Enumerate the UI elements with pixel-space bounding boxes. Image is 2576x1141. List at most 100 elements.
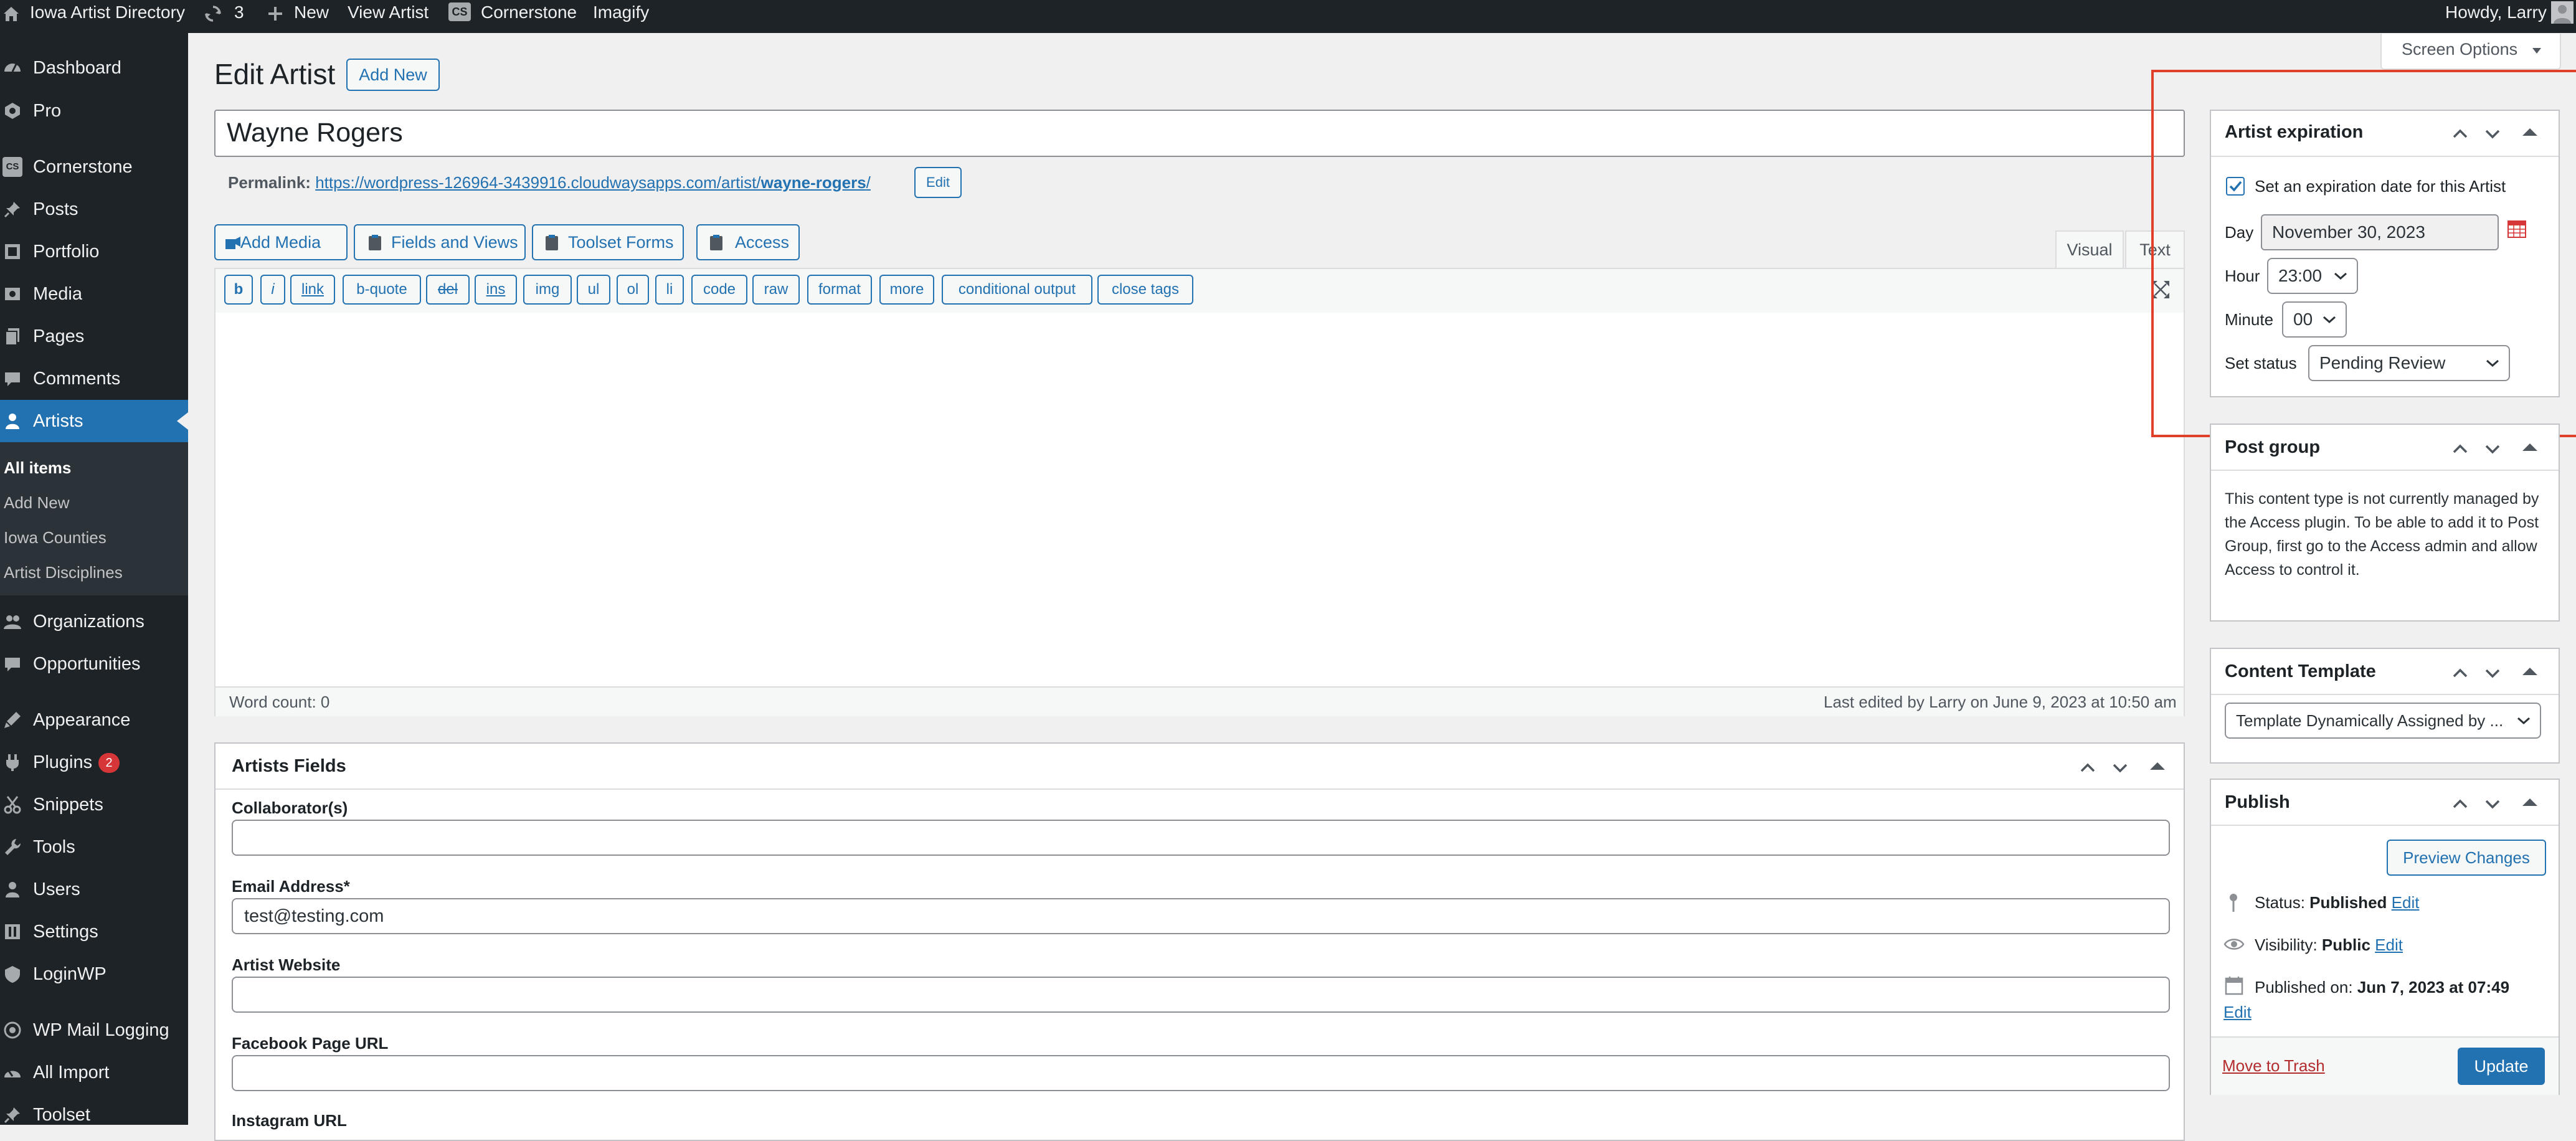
sidebar-item-plugins[interactable]: Plugins 2 [0,744,188,781]
facebook-url-input[interactable] [232,1055,2170,1091]
quicktag-more[interactable]: more [879,275,934,305]
sidebar-item-organizations[interactable]: Organizations [0,603,188,640]
fields-and-views-label: Fields and Views [391,233,518,252]
cornerstone-badge-icon[interactable]: CS [448,2,471,21]
sidebar-item-artists[interactable]: Artists [0,400,188,442]
collaborators-input[interactable] [232,820,2170,856]
panel-move-arrows-icon[interactable] [2076,755,2170,780]
sidebar-item-snippets[interactable]: Snippets [0,786,188,823]
loginwp-icon [5,966,20,983]
toolset-forms-button[interactable]: Toolset Forms [532,224,684,260]
quicktag-li[interactable]: li [655,275,684,305]
toolset-forms-label: Toolset Forms [568,233,674,252]
panel-move-arrows-icon[interactable] [2449,660,2542,685]
quicktag-b[interactable]: b [224,275,253,305]
pro-icon [5,103,20,119]
permalink-edit-button[interactable]: Edit [914,167,962,198]
cornerstone-link[interactable]: Cornerstone [481,0,577,33]
quicktag-ins[interactable]: ins [475,275,517,305]
post-group-text: This content type is not currently manag… [2225,490,2539,579]
artist-website-input[interactable] [232,977,2170,1013]
permalink-base: https://wordpress-126964-3439916.cloudwa… [315,173,761,192]
quicktag-format[interactable]: format [807,275,872,305]
permalink-slug: wayne-rogers [760,173,866,192]
submenu-iowa-counties[interactable]: Iowa Counties [4,528,107,547]
appearance-icon [4,712,21,728]
post-title-input[interactable]: Wayne Rogers [214,110,2185,157]
sidebar-item-settings[interactable]: Settings [0,913,188,950]
sidebar-item-media[interactable]: Media [0,275,188,313]
publish-title: Publish [2225,792,2290,812]
home-icon[interactable] [1,4,21,24]
quicktag-img[interactable]: img [523,275,572,305]
access-button[interactable]: Access [696,224,800,260]
sidebar-item-pages[interactable]: Pages [0,318,188,355]
content-template-select[interactable]: Template Dynamically Assigned by ... [2225,703,2541,739]
sidebar-item-portfolio[interactable]: Portfolio [0,233,188,270]
quicktag-conditional-output[interactable]: conditional output [942,275,1092,305]
sidebar-item-label: Tools [33,837,75,857]
howdy-user[interactable]: Howdy, Larry [2445,0,2547,33]
submenu-all-items[interactable]: All items [4,458,71,478]
preview-changes-button[interactable]: Preview Changes [2387,840,2546,876]
imagify-link[interactable]: Imagify [593,0,649,33]
quicktag-raw[interactable]: raw [752,275,800,305]
sidebar-item-comments[interactable]: Comments [0,360,188,397]
avatar-icon [2554,5,2571,24]
email-field[interactable]: test@testing.com [232,898,2170,934]
updates-icon[interactable] [203,4,223,24]
user-icon [6,414,19,429]
visibility-edit-link[interactable]: Edit [2375,935,2403,954]
updates-count[interactable]: 3 [234,0,244,33]
move-to-trash-link[interactable]: Move to Trash [2222,1056,2325,1076]
dashboard-icon [4,64,21,72]
status-edit-link[interactable]: Edit [2392,893,2420,912]
editor-textarea[interactable] [215,313,2184,686]
quicktag-del[interactable]: del [426,275,470,305]
published-on-edit-link[interactable]: Edit [2223,1003,2252,1022]
quicktag-i[interactable]: i [260,275,285,305]
sidebar-item-posts[interactable]: Posts [0,191,188,228]
all-import-icon [4,1069,21,1077]
update-button[interactable]: Update [2458,1048,2545,1085]
sidebar-item-tools[interactable]: Tools [0,828,188,866]
sidebar-item-users[interactable]: Users [0,871,188,908]
new-content-link[interactable]: New [294,0,329,33]
sidebar-item-toolset[interactable]: Toolset [0,1096,188,1125]
plus-icon[interactable] [265,4,285,24]
sidebar-item-wp-mail-logging[interactable]: WP Mail Logging [0,1011,188,1049]
quicktag-b-quote[interactable]: b-quote [343,275,421,305]
sidebar-item-all-import[interactable]: All Import [0,1054,188,1091]
sidebar-item-label: Users [33,879,80,899]
status-label: Status: [2255,893,2305,912]
submenu-artist-disciplines[interactable]: Artist Disciplines [4,563,123,582]
quicktag-link[interactable]: link [290,275,335,305]
word-count: Word count: 0 [229,693,330,711]
sidebar-item-dashboard[interactable]: Dashboard [0,49,188,87]
add-media-button[interactable]: Add Media [214,224,348,260]
panel-move-arrows-icon[interactable] [2449,436,2542,461]
add-new-button[interactable]: Add New [346,59,440,91]
sidebar-item-pro[interactable]: Pro [0,92,188,130]
artist-website-label: Artist Website [232,955,341,974]
fields-and-views-button[interactable]: Fields and Views [354,224,526,260]
sidebar-item-appearance[interactable]: Appearance [0,701,188,739]
permalink-url[interactable]: https://wordpress-126964-3439916.cloudwa… [315,173,871,192]
site-name-link[interactable]: Iowa Artist Directory [30,0,185,33]
tab-visual[interactable]: Visual [2055,230,2124,269]
submenu-add-new[interactable]: Add New [4,493,70,513]
visibility-value: Public [2321,935,2370,954]
avatar[interactable] [2551,1,2574,24]
quicktag-close-tags[interactable]: close tags [1097,275,1193,305]
quicktag-ul[interactable]: ul [577,275,610,305]
panel-divider [215,788,2184,790]
quicktag-code[interactable]: code [691,275,747,305]
sidebar-item-opportunities[interactable]: Opportunities [0,645,188,683]
sidebar-item-cornerstone[interactable]: CS Cornerstone [0,148,188,186]
view-artist-link[interactable]: View Artist [348,0,429,33]
panel-move-arrows-icon[interactable] [2449,791,2542,816]
quicktag-ol[interactable]: ol [617,275,649,305]
sidebar-item-loginwp[interactable]: LoginWP [0,955,188,993]
visibility-label: Visibility: [2255,935,2318,954]
screen-options-button[interactable]: Screen Options [2380,34,2561,70]
